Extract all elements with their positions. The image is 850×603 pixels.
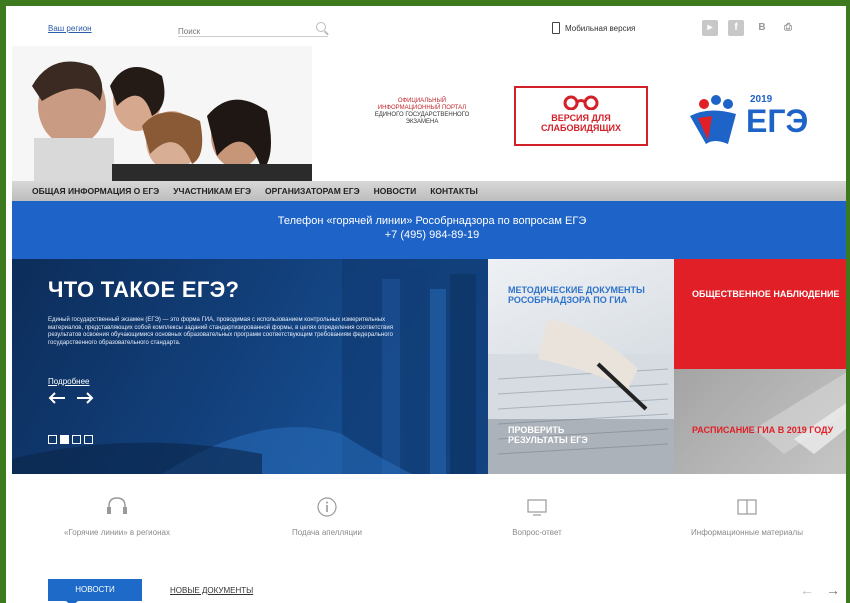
search-icon[interactable]: [316, 22, 326, 32]
slider-dot-4[interactable]: [84, 435, 93, 444]
slider-next-arrow-icon[interactable]: [76, 391, 94, 405]
visually-impaired-button[interactable]: ВЕРСИЯ ДЛЯ СЛАБОВИДЯЩИХ: [514, 86, 648, 146]
nav-item-participants[interactable]: УЧАСТНИКАМ ЕГЭ: [173, 186, 251, 196]
tile-observation-label: ОБЩЕСТВЕННОЕ НАБЛЮДЕНИЕ: [692, 289, 840, 299]
tile-check-results-label[interactable]: ПРОВЕРИТЬ РЕЗУЛЬТАТЫ ЕГЭ: [508, 425, 608, 445]
slider-dot-3[interactable]: [72, 435, 81, 444]
nav-item-contacts[interactable]: КОНТАКТЫ: [430, 186, 478, 196]
service-materials[interactable]: Информационные материалы: [642, 474, 846, 566]
news-next-arrow-icon[interactable]: →: [826, 582, 840, 598]
mobile-version-label: Мобильная версия: [565, 23, 636, 33]
students-photo: [12, 46, 312, 181]
service-faq-label: Вопрос-ответ: [512, 528, 562, 537]
tab-news[interactable]: НОВОСТИ: [48, 579, 142, 603]
info-icon: [222, 496, 432, 518]
search-input[interactable]: [178, 24, 308, 39]
service-appeal-label: Подача апелляции: [292, 528, 362, 537]
visually-label-2: СЛАБОВИДЯЩИХ: [540, 123, 622, 133]
portal-line-3: ЕДИНОГО ГОСУДАРСТВЕННОГО: [374, 112, 470, 118]
tile-methodical-label: МЕТОДИЧЕСКИЕ ДОКУМЕНТЫ РОСОБРНАДЗОРА ПО …: [508, 285, 645, 305]
mobile-version-link[interactable]: Мобильная версия: [552, 22, 635, 34]
portal-line-4: ЭКЗАМЕНА: [405, 119, 439, 125]
portal-line-2: ИНФОРМАЦИОННЫЙ ПОРТАЛ: [377, 105, 467, 111]
service-materials-label: Информационные материалы: [691, 528, 803, 537]
main-nav: ОБЩАЯ ИНФОРМАЦИЯ О ЕГЭ УЧАСТНИКАМ ЕГЭ ОР…: [12, 181, 846, 201]
hotline-text: Телефон «горячей линии» Рособрнадзора по…: [277, 215, 587, 227]
news-prev-arrow-icon[interactable]: ←: [800, 582, 814, 598]
news-pager: ← →: [800, 582, 840, 598]
news-tabs: НОВОСТИ НОВЫЕ ДОКУМЕНТЫ ← →: [12, 566, 846, 603]
tile-schedule-label: РАСПИСАНИЕ ГИА В 2019 ГОДУ: [692, 425, 834, 435]
print-icon[interactable]: ⎙: [780, 20, 796, 36]
service-hotlines[interactable]: «Горячие линии» в регионах: [12, 474, 222, 566]
logo-text: ЕГЭ: [746, 103, 809, 139]
slide-more-link[interactable]: Подробнее: [48, 377, 90, 386]
region-link[interactable]: Ваш регион: [48, 24, 92, 33]
slide-text: Единый государственный экзамен (ЕГЭ) — э…: [48, 317, 393, 346]
service-hotlines-label: «Горячие линии» в регионах: [64, 528, 170, 537]
mobile-phone-icon: [552, 22, 560, 34]
service-appeal[interactable]: Подача апелляции: [222, 474, 432, 566]
hotline-banner: Телефон «горячей линии» Рособрнадзора по…: [12, 201, 846, 259]
tile-schedule[interactable]: РАСПИСАНИЕ ГИА В 2019 ГОДУ: [674, 369, 846, 474]
tile-methodical-documents[interactable]: МЕТОДИЧЕСКИЕ ДОКУМЕНТЫ РОСОБРНАДЗОРА ПО …: [488, 259, 674, 474]
glasses-icon: [563, 95, 599, 110]
ege-logo[interactable]: 2019 ЕГЭ: [684, 90, 834, 150]
slider-prev-arrow-icon[interactable]: [48, 391, 66, 405]
screenshot-frame: Ваш регион Мобильная версия ▸ f B ⎙: [0, 0, 850, 603]
nav-item-news[interactable]: НОВОСТИ: [374, 186, 417, 196]
portal-line-1: ОФИЦИАЛЬНЫЙ: [397, 98, 447, 104]
tab-new-documents[interactable]: НОВЫЕ ДОКУМЕНТЫ: [170, 586, 253, 595]
monitor-icon: [432, 496, 642, 518]
youtube-icon[interactable]: ▸: [702, 20, 718, 36]
site-header: ОФИЦИАЛЬНЫЙ ИНФОРМАЦИОННЫЙ ПОРТАЛ ЕДИНОГ…: [12, 46, 846, 181]
social-links: ▸ f B ⎙: [702, 20, 796, 36]
search-box[interactable]: [178, 21, 328, 39]
book-icon: [642, 496, 846, 518]
top-bar: Ваш регион Мобильная версия ▸ f B ⎙: [12, 12, 846, 46]
vk-icon[interactable]: B: [754, 20, 770, 36]
portal-description: ОФИЦИАЛЬНЫЙ ИНФОРМАЦИОННЫЙ ПОРТАЛ ЕДИНОГ…: [347, 98, 497, 126]
schedule-background: [754, 372, 846, 454]
visually-label-1: ВЕРСИЯ ДЛЯ: [551, 113, 611, 123]
facebook-icon[interactable]: f: [728, 20, 744, 36]
nav-item-organizers[interactable]: ОРГАНИЗАТОРАМ ЕГЭ: [265, 186, 360, 196]
hotline-phone[interactable]: +7 (495) 984-89-19: [12, 228, 846, 242]
slider-dot-2[interactable]: [60, 435, 69, 444]
hero-slider: ЧТО ТАКОЕ ЕГЭ? Единый государственный эк…: [12, 259, 488, 474]
page: Ваш регион Мобильная версия ▸ f B ⎙: [12, 12, 846, 603]
services-bar: «Горячие линии» в регионах Подача апелля…: [12, 474, 846, 566]
slider-dot-1[interactable]: [48, 435, 57, 444]
slide-title: ЧТО ТАКОЕ ЕГЭ?: [48, 277, 240, 302]
service-faq[interactable]: Вопрос-ответ: [432, 474, 642, 566]
headset-icon: [12, 496, 222, 518]
nav-item-general[interactable]: ОБЩАЯ ИНФОРМАЦИЯ О ЕГЭ: [32, 186, 159, 196]
slider-dots: [48, 435, 93, 444]
tile-public-observation[interactable]: ОБЩЕСТВЕННОЕ НАБЛЮДЕНИЕ: [674, 259, 846, 369]
